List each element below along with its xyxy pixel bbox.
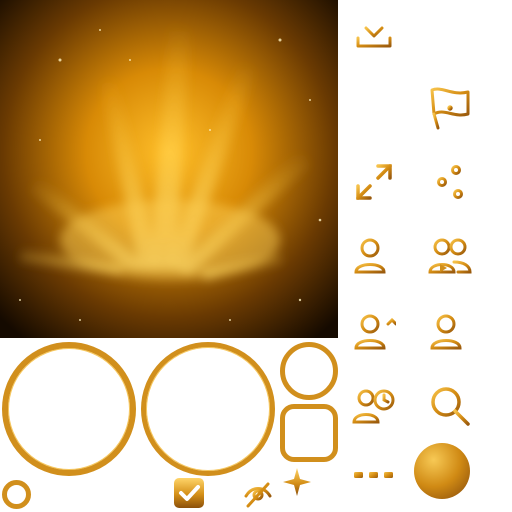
sliders-icon[interactable] [428,160,472,204]
rounded-square-frame [280,404,338,462]
more-dots-icon[interactable] [352,462,396,490]
user-clock-icon[interactable] [352,384,396,428]
user-add-icon[interactable] [428,310,472,354]
small-ring-icon [2,480,31,509]
eye-off-icon[interactable] [242,478,274,510]
checkbox-checked-icon[interactable] [172,476,206,510]
user-remove-icon[interactable] [352,234,396,278]
gold-circle-icon [413,442,471,500]
user-group-video-icon[interactable] [428,234,472,278]
user-upload-icon[interactable] [352,310,396,354]
large-ring-left [2,342,136,476]
golden-aurora-image [0,0,338,338]
sparkle-icon [281,466,313,498]
medium-ring [280,342,338,400]
flag-alert-icon[interactable] [428,86,472,130]
zoom-out-icon[interactable] [428,384,472,428]
large-ring-right [141,342,275,476]
expand-icon[interactable] [352,160,396,204]
download-icon[interactable] [352,10,396,54]
